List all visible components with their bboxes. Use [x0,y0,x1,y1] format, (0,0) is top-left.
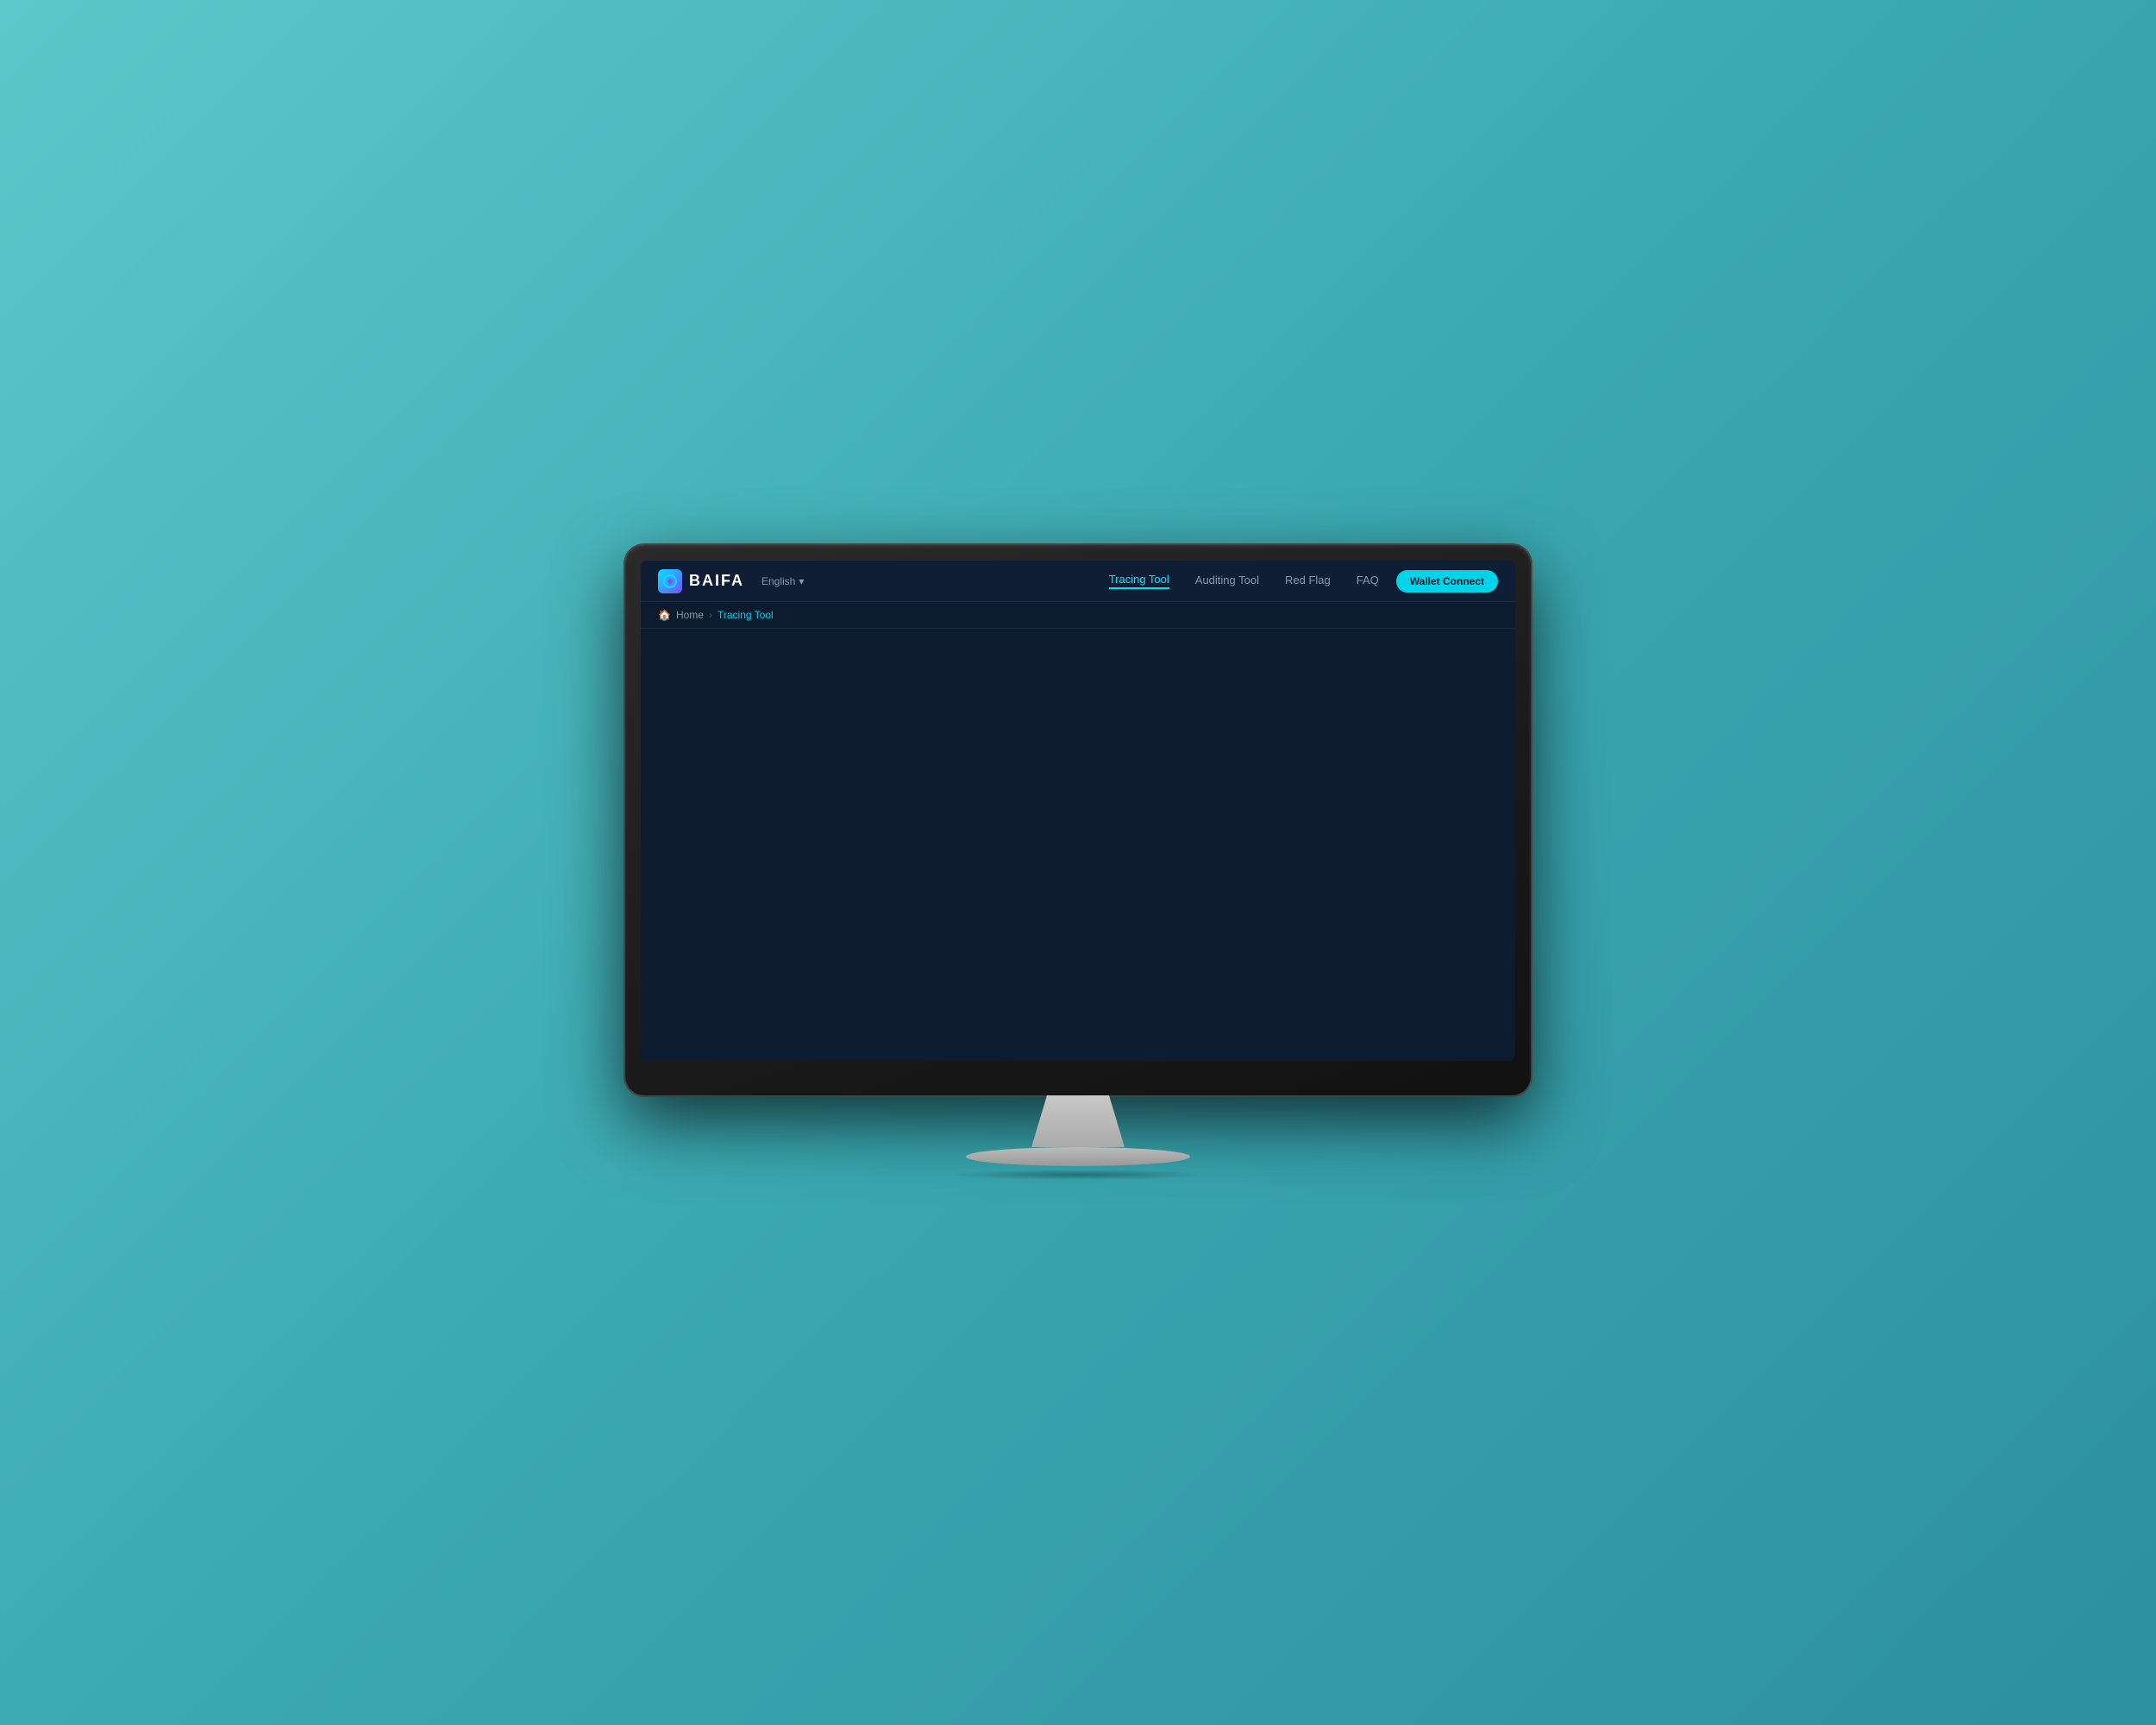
monitor-stand-base [966,1147,1190,1166]
nav-link-tracing[interactable]: Tracing Tool [1109,573,1169,589]
nav-links: Tracing Tool Auditing Tool Red Flag FAQ [1109,573,1379,589]
breadcrumb: 🏠 Home › Tracing Tool [641,602,1515,629]
lang-label: English [761,575,795,587]
home-icon: 🏠 [658,609,671,621]
breadcrumb-current: Tracing Tool [718,609,774,621]
lang-selector[interactable]: English ▾ [761,575,804,587]
nav-link-auditing[interactable]: Auditing Tool [1195,574,1259,588]
wallet-connect-button[interactable]: Wallet Connect [1396,570,1498,593]
logo-icon [658,569,682,593]
logo-text: BAIFA [689,572,744,590]
navbar: BAIFA English ▾ Tracing Tool Auditing To… [641,561,1515,602]
monitor: BAIFA English ▾ Tracing Tool Auditing To… [625,545,1531,1180]
logo-area: BAIFA [658,569,744,593]
monitor-stand-shadow [949,1170,1207,1180]
screen: BAIFA English ▾ Tracing Tool Auditing To… [641,561,1515,1061]
breadcrumb-separator: › [709,609,712,621]
nav-link-faq[interactable]: FAQ [1357,574,1379,588]
monitor-stand-neck [1026,1095,1130,1147]
chevron-down-icon: ▾ [799,575,804,587]
breadcrumb-home[interactable]: Home [676,609,704,621]
monitor-bezel: BAIFA English ▾ Tracing Tool Auditing To… [625,545,1531,1095]
nav-link-redflag[interactable]: Red Flag [1285,574,1331,588]
